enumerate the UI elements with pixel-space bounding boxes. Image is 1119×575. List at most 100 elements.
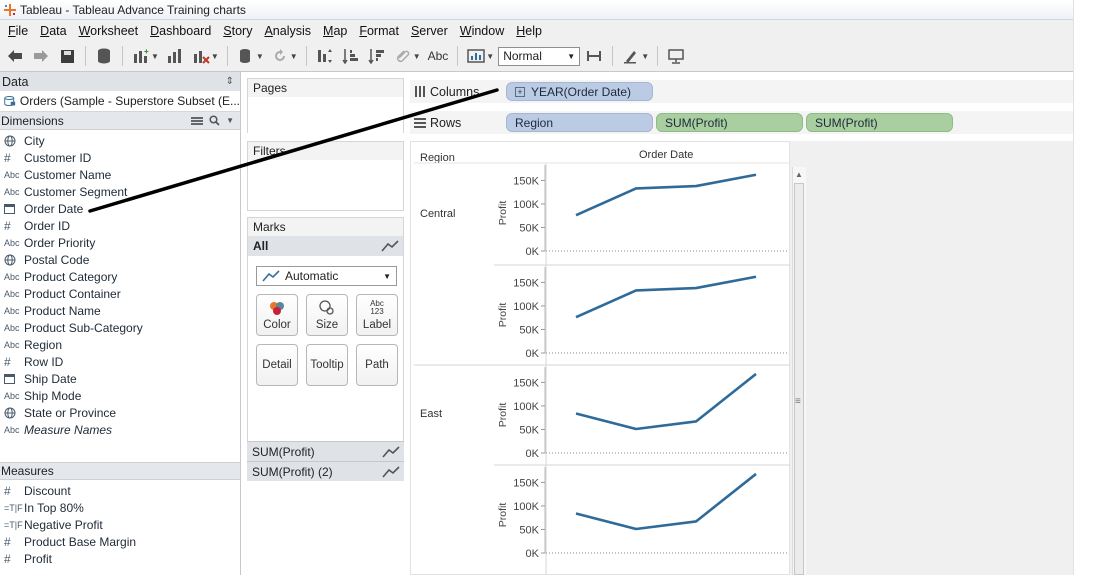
refresh-button[interactable] (268, 44, 292, 68)
path-button[interactable]: Path (356, 344, 398, 386)
menu-worksheet[interactable]: Worksheet (73, 24, 145, 38)
fix-axes-button[interactable] (582, 44, 606, 68)
field-postal-code[interactable]: Postal Code (0, 251, 240, 268)
marks-all-tab[interactable]: All (248, 236, 403, 256)
y-tick-label: 150K (513, 175, 539, 187)
new-worksheet-button[interactable]: + (129, 44, 153, 68)
field-region[interactable]: Abc Region (0, 336, 240, 353)
pause-updates-button[interactable] (234, 44, 258, 68)
menu-data[interactable]: Data (34, 24, 72, 38)
measure-list: # Discount =T|F In Top 80% =T|F Negative Prof… (0, 480, 240, 567)
duplicate-sheet-button[interactable] (163, 44, 187, 68)
pill-sum-profit[interactable]: SUM(Profit) (656, 113, 803, 132)
menu-story[interactable]: Story (217, 24, 258, 38)
field-customer-id[interactable]: # Customer ID (0, 149, 240, 166)
pill-year-order-date[interactable]: + YEAR(Order Date) (506, 82, 653, 101)
pill-label: SUM(Profit) (665, 115, 728, 130)
pane-resize-icon[interactable]: ⇕ (226, 76, 234, 87)
field-customer-name[interactable]: Abc Customer Name (0, 166, 240, 183)
chevron-down-icon[interactable]: ▼ (211, 52, 219, 61)
scroll-grip-icon: ≡ (795, 396, 801, 407)
series-line-east[interactable] (575, 472, 757, 531)
field-discount[interactable]: # Discount (0, 482, 240, 499)
detail-button[interactable]: Detail (256, 344, 298, 386)
marks-tab-sum-profit-2[interactable]: SUM(Profit) (2) (247, 461, 404, 481)
menu-help[interactable]: Help (510, 24, 548, 38)
back-button[interactable] (3, 44, 27, 68)
chevron-down-icon[interactable]: ▼ (256, 52, 264, 61)
highlight-button[interactable] (619, 44, 643, 68)
field-product-name[interactable]: Abc Product Name (0, 302, 240, 319)
save-button[interactable] (55, 44, 79, 68)
filters-drop-area[interactable] (248, 160, 403, 210)
cards-column: Pages Filters Marks All Automatic ▼ Colo… (247, 78, 404, 575)
scroll-up-arrow-icon[interactable]: ▲ (795, 170, 803, 179)
field-product-base-margin[interactable]: # Product Base Margin (0, 533, 240, 550)
group-members-button[interactable] (391, 44, 415, 68)
scrollbar-thumb[interactable] (794, 183, 804, 575)
line-chart[interactable]: 0K 50K 100K 150K Profit 0K 50K 100K 150K Profit 0K… (410, 141, 790, 575)
field-product-container[interactable]: Abc Product Container (0, 285, 240, 302)
forward-button[interactable] (29, 44, 53, 68)
fit-select[interactable]: Normal ▼ (498, 46, 581, 66)
menu-analysis[interactable]: Analysis (258, 24, 317, 38)
pill-region[interactable]: Region (506, 113, 653, 132)
series-line-central[interactable] (575, 173, 757, 217)
pages-drop-area[interactable] (248, 97, 403, 133)
datasource-item[interactable]: Orders (Sample - Superstore Subset (E... (0, 91, 240, 112)
presentation-mode-button[interactable] (664, 44, 688, 68)
tooltip-button[interactable]: Tooltip (306, 344, 348, 386)
color-button[interactable]: Color (256, 294, 298, 336)
menu-map[interactable]: Map (317, 24, 353, 38)
field-state-or-province[interactable]: State or Province (0, 404, 240, 421)
mark-type-select[interactable]: Automatic ▼ (256, 266, 397, 286)
field-profit[interactable]: # Profit (0, 550, 240, 567)
chevron-down-icon[interactable]: ▼ (413, 52, 421, 61)
field-row-id[interactable]: # Row ID (0, 353, 240, 370)
field-product-category[interactable]: Abc Product Category (0, 268, 240, 285)
view-cards-button[interactable] (464, 44, 488, 68)
pill-sum-profit-2[interactable]: SUM(Profit) (806, 113, 953, 132)
field-order-priority[interactable]: Abc Order Priority (0, 234, 240, 251)
field-negative-profit[interactable]: =T|F Negative Profit (0, 516, 240, 533)
chevron-down-icon[interactable]: ▼ (290, 52, 298, 61)
sort-ascending-button[interactable] (339, 44, 363, 68)
columns-shelf[interactable]: Columns + YEAR(Order Date) (410, 80, 1073, 103)
clear-sheet-button[interactable] (189, 44, 213, 68)
chevron-down-icon[interactable]: ▼ (641, 52, 649, 61)
label-button[interactable]: Abc 123 Label (356, 294, 398, 336)
menu-server[interactable]: Server (405, 24, 454, 38)
field-ship-mode[interactable]: Abc Ship Mode (0, 387, 240, 404)
field-order-date[interactable]: Order Date (0, 200, 240, 217)
field-measure-names[interactable]: Abc Measure Names (0, 421, 240, 438)
field-ship-date[interactable]: Ship Date (0, 370, 240, 387)
menu-window[interactable]: Window (454, 24, 510, 38)
chevron-down-icon[interactable]: ▼ (226, 116, 234, 125)
chevron-down-icon[interactable]: ▼ (151, 52, 159, 61)
new-datasource-button[interactable] (92, 44, 116, 68)
menu-dashboard[interactable]: Dashboard (144, 24, 217, 38)
field-order-id[interactable]: # Order ID (0, 217, 240, 234)
field-name: Customer ID (24, 150, 92, 165)
size-button[interactable]: Size (306, 294, 348, 336)
field-product-sub-category[interactable]: Abc Product Sub-Category (0, 319, 240, 336)
field-in-top-80[interactable]: =T|F In Top 80% (0, 499, 240, 516)
y-tick-label: 50K (519, 324, 539, 336)
expand-plus-icon[interactable]: + (515, 86, 525, 97)
series-line-central[interactable] (575, 275, 757, 319)
show-mark-labels-button[interactable]: Abc (425, 49, 452, 63)
field-customer-segment[interactable]: Abc Customer Segment (0, 183, 240, 200)
search-icon[interactable] (209, 115, 220, 126)
rows-shelf[interactable]: Rows Region SUM(Profit) SUM(Profit) (410, 111, 1073, 134)
size-button-label: Size (315, 319, 339, 331)
sort-descending-button[interactable] (365, 44, 389, 68)
menu-format[interactable]: Format (353, 24, 405, 38)
chevron-down-icon[interactable]: ▼ (486, 52, 494, 61)
menu-file[interactable]: File (2, 24, 34, 38)
field-city[interactable]: City (0, 132, 240, 149)
marks-tab-sum-profit[interactable]: SUM(Profit) (247, 441, 404, 461)
swap-button[interactable] (313, 44, 337, 68)
window-title: Tableau - Tableau Advance Training chart… (20, 2, 246, 17)
series-line-east[interactable] (575, 372, 757, 431)
view-list-icon[interactable] (191, 116, 204, 126)
